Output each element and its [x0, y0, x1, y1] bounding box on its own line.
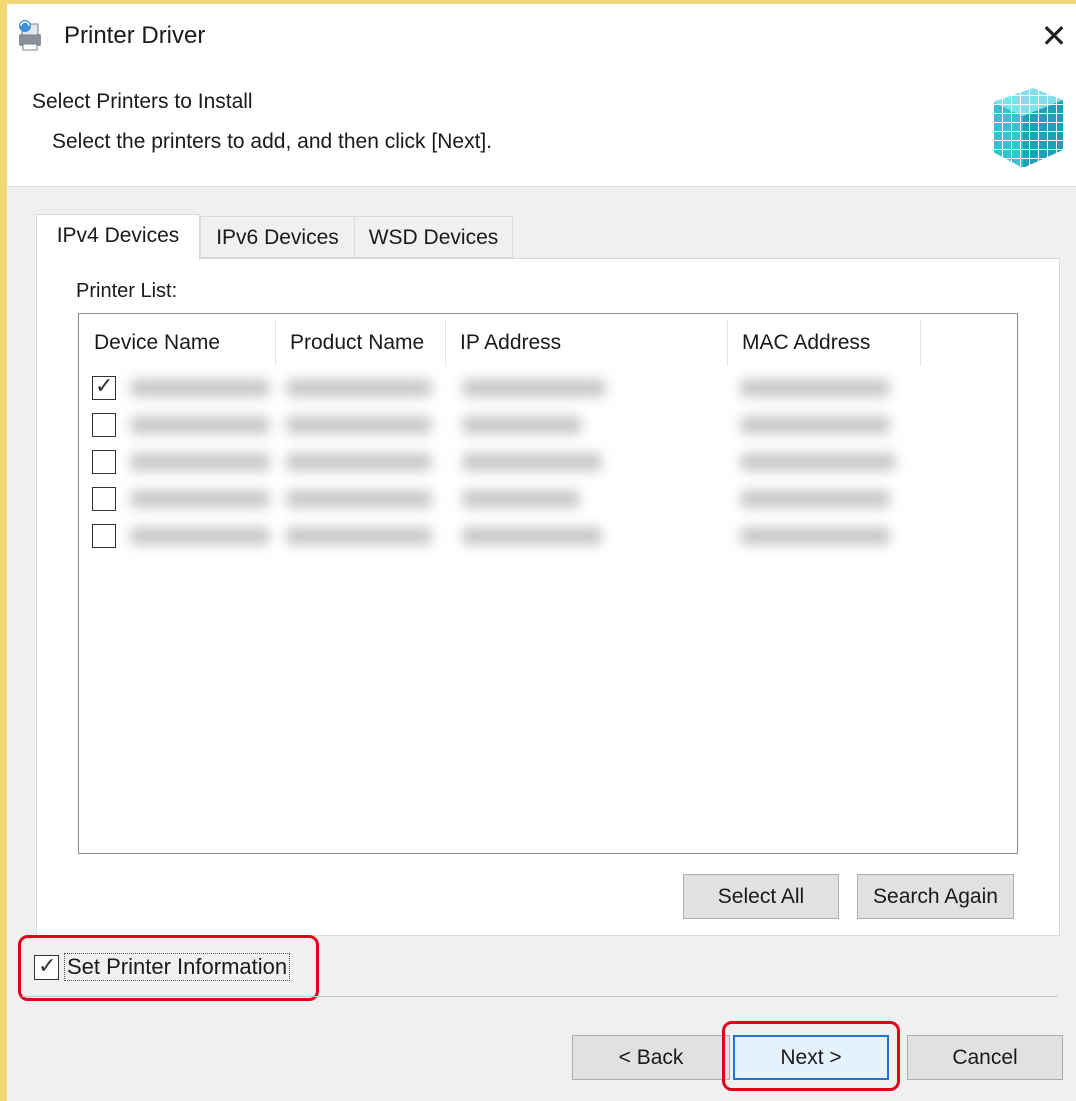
redacted-ip-address [462, 416, 582, 434]
redacted-device-name [130, 490, 270, 508]
table-row[interactable]: ✓ [80, 371, 1016, 405]
page-heading: Select Printers to Install [32, 90, 253, 113]
row-checkbox[interactable] [92, 487, 116, 511]
footer-divider [22, 996, 1058, 997]
redacted-product-name [286, 453, 432, 471]
blue-cube-graphic [985, 78, 1065, 170]
table-row[interactable] [80, 445, 1016, 479]
set-printer-information-label[interactable]: Set Printer Information [64, 953, 291, 981]
window-title: Printer Driver [64, 22, 206, 49]
table-row[interactable] [80, 408, 1016, 442]
redacted-device-name [130, 416, 270, 434]
column-header-product-name[interactable]: Product Name [276, 320, 446, 366]
redacted-ip-address [462, 527, 602, 545]
redacted-product-name [286, 416, 432, 434]
tab-ipv4-devices[interactable]: IPv4 Devices [36, 214, 200, 260]
check-icon: ✓ [38, 953, 57, 978]
column-header-ip-address[interactable]: IP Address [446, 320, 728, 366]
row-checkbox[interactable] [92, 413, 116, 437]
row-checkbox[interactable] [92, 450, 116, 474]
row-checkbox[interactable] [92, 524, 116, 548]
select-all-button[interactable]: Select All [683, 874, 839, 919]
tab-wsd-devices[interactable]: WSD Devices [355, 216, 513, 258]
redacted-mac-address [740, 379, 890, 397]
redacted-mac-address [740, 527, 890, 545]
redacted-mac-address [740, 453, 896, 471]
redacted-device-name [130, 379, 270, 397]
redacted-product-name [286, 490, 432, 508]
wizard-header [7, 68, 1076, 186]
table-row[interactable] [80, 482, 1016, 516]
redacted-mac-address [740, 416, 890, 434]
window-frame-left [0, 0, 7, 1101]
redacted-mac-address [740, 490, 890, 508]
tab-ipv6-devices[interactable]: IPv6 Devices [200, 216, 355, 258]
cancel-button[interactable]: Cancel [907, 1035, 1063, 1080]
check-icon: ✓ [95, 373, 114, 398]
printer-list-label: Printer List: [76, 280, 178, 302]
next-button[interactable]: Next > [733, 1035, 889, 1080]
row-checkbox[interactable]: ✓ [92, 373, 116, 400]
set-printer-information-checkbox[interactable]: ✓ [34, 953, 59, 980]
redacted-device-name [130, 527, 270, 545]
redacted-product-name [286, 379, 432, 397]
column-header-mac-address[interactable]: MAC Address [728, 320, 921, 366]
page-subheading: Select the printers to add, and then cli… [52, 130, 493, 153]
redacted-product-name [286, 527, 432, 545]
column-header-device-name[interactable]: Device Name [80, 320, 276, 366]
redacted-device-name [130, 453, 270, 471]
redacted-ip-address [462, 453, 602, 471]
redacted-ip-address [462, 379, 606, 397]
table-row[interactable] [80, 519, 1016, 553]
redacted-ip-address [462, 490, 580, 508]
search-again-button[interactable]: Search Again [857, 874, 1014, 919]
printer-driver-app-icon [13, 18, 49, 54]
back-button[interactable]: < Back [572, 1035, 730, 1080]
close-icon[interactable]: ✕ [1036, 18, 1072, 54]
